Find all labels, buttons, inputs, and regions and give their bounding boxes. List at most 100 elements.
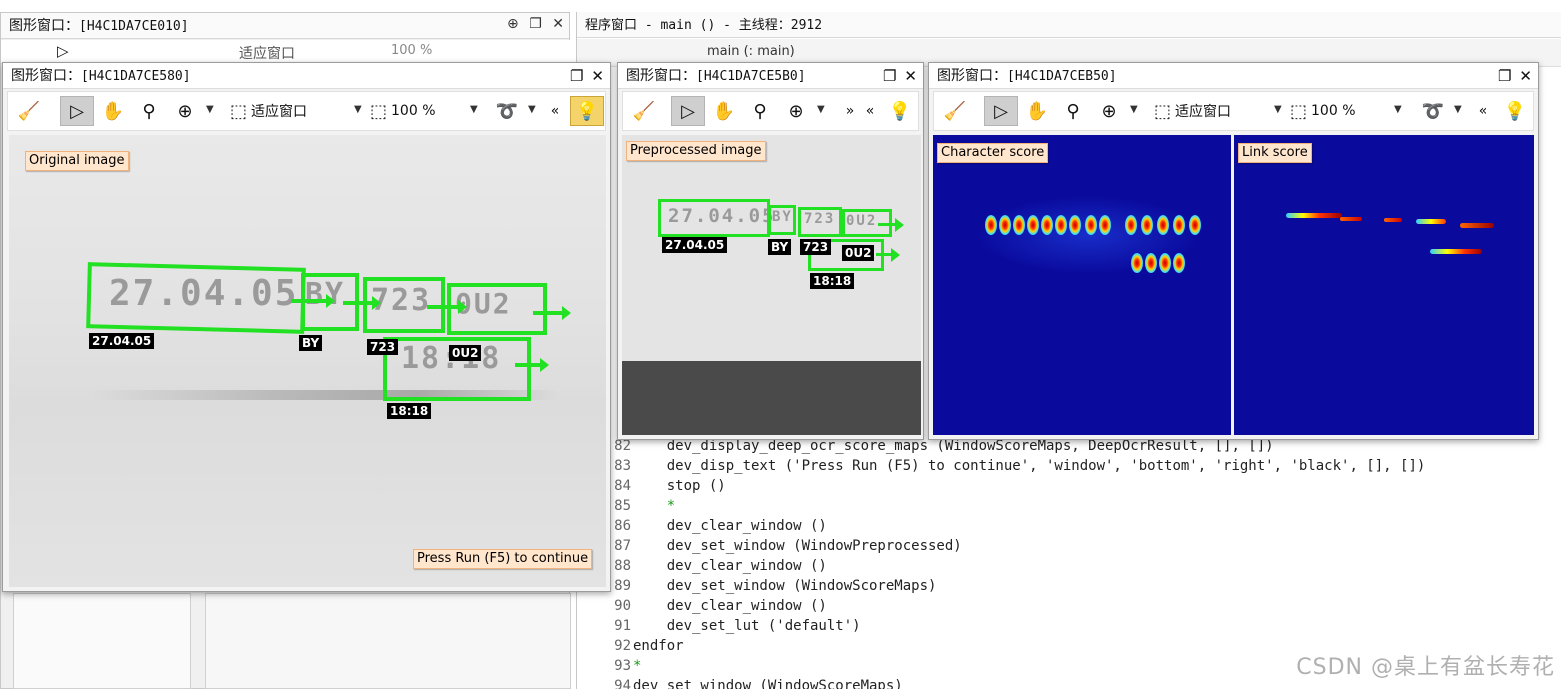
hand-pan-icon[interactable]: ✋ xyxy=(98,96,128,126)
code-line[interactable]: 89 dev_set_window (WindowScoreMaps) xyxy=(577,576,936,596)
link-stroke xyxy=(1286,213,1342,218)
zoom-in-icon[interactable]: ⊕ xyxy=(1094,96,1124,126)
window-title: 图形窗口：[H4C1DA7CEB50] xyxy=(929,63,1538,89)
code-line[interactable]: 90 dev_clear_window () xyxy=(577,596,827,616)
chevron-down-icon[interactable]: ▼ xyxy=(817,104,825,115)
background-window-title: 图形窗口：[H4C1DA7CE010] xyxy=(1,13,569,39)
bg-fit-label[interactable]: 适应窗口 xyxy=(239,43,295,63)
zoom-box-icon: ⬚ xyxy=(370,100,388,122)
program-window-title: 程序窗口 - main () - 主线程：2912 xyxy=(577,12,1561,38)
zoom-in-icon[interactable]: ⊕ xyxy=(170,96,200,126)
code-line[interactable]: 93 * xyxy=(577,656,641,676)
ocr-result-tag: 723 xyxy=(800,239,832,255)
chevron-down-icon[interactable]: ▼ xyxy=(1394,104,1402,115)
code-line[interactable]: 94 dev_set_window (WindowScoreMaps) xyxy=(577,676,903,689)
character-heat-blob xyxy=(1013,215,1025,235)
code-line[interactable]: 87 dev_set_window (WindowPreprocessed) xyxy=(577,536,962,556)
ocr-result-tag: BY xyxy=(299,335,323,351)
lightbulb-icon[interactable]: 💡 xyxy=(1500,96,1530,126)
collapse-icon[interactable]: « xyxy=(861,96,879,126)
float-icon[interactable]: ❐ xyxy=(529,16,542,32)
magnifier-icon[interactable]: ⚲ xyxy=(745,96,775,126)
chevron-down-icon[interactable]: ▼ xyxy=(1274,104,1282,115)
chevron-down-icon[interactable]: ▼ xyxy=(206,104,214,115)
ocr-result-tag: 0U2 xyxy=(842,245,875,261)
fit-window-icon: ⬚ xyxy=(1154,100,1172,122)
link-stroke xyxy=(1384,218,1402,222)
broom-icon[interactable]: 🧹 xyxy=(629,96,659,126)
character-heat-blob xyxy=(1159,253,1171,273)
chevron-down-icon[interactable]: ▼ xyxy=(528,104,536,115)
chevron-down-icon[interactable]: ▼ xyxy=(1454,104,1462,115)
fit-window-dropdown[interactable]: ⬚ 适应窗口 xyxy=(1154,96,1284,126)
fit-window-dropdown[interactable]: ⬚ 适应窗口 xyxy=(230,96,360,126)
close-icon[interactable]: ✕ xyxy=(591,67,604,85)
broom-icon[interactable]: 🧹 xyxy=(940,96,970,126)
link-stroke xyxy=(1460,223,1494,228)
magnifier-icon[interactable]: ⚲ xyxy=(1058,96,1088,126)
zoom-dropdown[interactable]: ⬚ 100 % xyxy=(370,96,480,126)
palette-icon[interactable]: ➰ xyxy=(492,96,522,126)
direction-arrow xyxy=(533,306,571,320)
character-heat-blob xyxy=(999,215,1011,235)
character-heat-blob xyxy=(1041,215,1053,235)
character-heat-blob xyxy=(1173,215,1185,235)
preprocessed-canvas[interactable]: 27.04.05 BY 723 0U2 27.04.05 BY 723 0U2 … xyxy=(622,135,921,435)
detection-box xyxy=(768,205,796,235)
score-map-label: Link score xyxy=(1238,143,1312,163)
chevron-down-icon[interactable]: ▼ xyxy=(470,104,478,115)
magnifier-icon[interactable]: ⚲ xyxy=(134,96,164,126)
direction-arrow xyxy=(515,358,549,372)
select-pointer-icon[interactable]: ▷ xyxy=(671,96,705,126)
detection-box xyxy=(86,262,306,334)
window-title: 图形窗口：[H4C1DA7CE5B0] xyxy=(618,63,923,89)
direction-arrow xyxy=(878,218,904,232)
window-title-buttons: ❐ ✕ xyxy=(570,63,604,89)
link-stroke xyxy=(1340,217,1362,221)
float-icon[interactable]: ❐ xyxy=(570,67,583,85)
ocr-result-tag: 18:18 xyxy=(387,403,432,419)
graphics-window-preprocessed: 图形窗口：[H4C1DA7CE5B0] ❐ ✕ 🧹 ▷ ✋ ⚲ ⊕ ▼ » « … xyxy=(617,62,924,440)
background-lower-area-right xyxy=(205,593,571,689)
watermark: CSDN @桌上有盆长寿花 xyxy=(1296,655,1555,680)
broom-icon[interactable]: 🧹 xyxy=(14,96,44,126)
select-pointer-icon[interactable]: ▷ xyxy=(60,96,94,126)
chevron-down-icon[interactable]: ▼ xyxy=(354,104,362,115)
bg-zoom-value[interactable]: 100 % xyxy=(391,43,432,58)
link-stroke xyxy=(1416,219,1446,224)
program-tab[interactable]: main (: main) xyxy=(707,44,795,59)
collapse-icon[interactable]: « xyxy=(1474,96,1492,126)
hand-pan-icon[interactable]: ✋ xyxy=(1022,96,1052,126)
ocr-result-tag: 0U2 xyxy=(449,345,482,361)
close-icon[interactable]: ✕ xyxy=(1519,67,1532,85)
hand-pan-icon[interactable]: ✋ xyxy=(709,96,739,126)
window-title: 图形窗口：[H4C1DA7CE580] xyxy=(3,63,610,89)
image-canvas[interactable]: 27.04.05 BY 723 0U2 18:18 27.04.05 BY 72… xyxy=(9,135,606,587)
link-score-map[interactable]: Link score xyxy=(1234,135,1534,435)
character-heat-blob xyxy=(1125,215,1137,235)
pin-icon[interactable]: ⊕ xyxy=(507,16,519,32)
zoom-dropdown[interactable]: ⬚ 100 % xyxy=(1290,96,1390,126)
lightbulb-icon[interactable]: 💡 xyxy=(570,96,604,126)
code-line[interactable]: 91 dev_set_lut ('default') xyxy=(577,616,860,636)
collapse-icon[interactable]: « xyxy=(546,96,564,126)
chevron-down-icon[interactable]: ▼ xyxy=(1130,104,1138,115)
close-icon[interactable]: ✕ xyxy=(904,67,917,85)
expand-icon[interactable]: » xyxy=(841,96,859,126)
bg-select-icon[interactable]: ▷ xyxy=(57,42,69,60)
close-icon[interactable]: ✕ xyxy=(552,16,564,32)
code-line[interactable]: 88 dev_clear_window () xyxy=(577,556,827,576)
float-icon[interactable]: ❐ xyxy=(1498,67,1511,85)
code-line[interactable]: 92 endfor xyxy=(577,636,683,656)
zoom-in-icon[interactable]: ⊕ xyxy=(781,96,811,126)
palette-icon[interactable]: ➰ xyxy=(1418,96,1448,126)
window-title-buttons: ❐ ✕ xyxy=(1498,63,1532,89)
character-heat-blob xyxy=(1157,215,1169,235)
code-line[interactable]: 83 dev_disp_text ('Press Run (F5) to con… xyxy=(577,456,1425,476)
detection-box xyxy=(658,199,770,237)
select-pointer-icon[interactable]: ▷ xyxy=(984,96,1018,126)
float-icon[interactable]: ❐ xyxy=(883,67,896,85)
character-score-map[interactable]: Character score xyxy=(933,135,1231,435)
code-line[interactable]: 86 dev_clear_window () xyxy=(577,516,827,536)
lightbulb-icon[interactable]: 💡 xyxy=(885,96,915,126)
